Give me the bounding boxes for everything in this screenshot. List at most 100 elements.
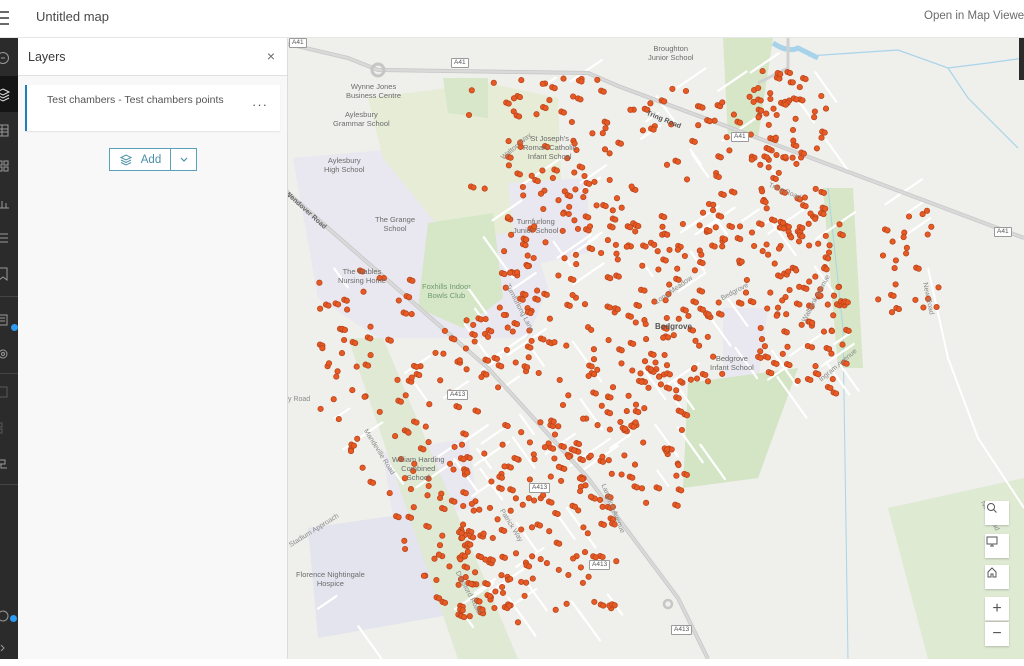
test-chamber-point[interactable] bbox=[775, 169, 782, 176]
test-chamber-point[interactable] bbox=[699, 209, 707, 216]
test-chamber-point[interactable] bbox=[528, 524, 536, 531]
test-chamber-point[interactable] bbox=[746, 93, 753, 100]
test-chamber-point[interactable] bbox=[464, 548, 471, 555]
test-chamber-point[interactable] bbox=[470, 184, 477, 191]
test-chamber-point[interactable] bbox=[537, 419, 544, 426]
test-chamber-point[interactable] bbox=[496, 304, 503, 311]
test-chamber-point[interactable] bbox=[512, 359, 519, 366]
test-chamber-point[interactable] bbox=[565, 571, 572, 579]
test-chamber-point[interactable] bbox=[773, 360, 780, 367]
test-chamber-point[interactable] bbox=[335, 301, 342, 308]
test-chamber-point[interactable] bbox=[518, 429, 525, 436]
test-chamber-point[interactable] bbox=[472, 569, 479, 576]
test-chamber-point[interactable] bbox=[552, 606, 559, 613]
test-chamber-point[interactable] bbox=[507, 507, 514, 514]
test-chamber-point[interactable] bbox=[505, 214, 512, 221]
test-chamber-point[interactable] bbox=[645, 384, 652, 391]
test-chamber-point[interactable] bbox=[494, 516, 501, 523]
test-chamber-point[interactable] bbox=[604, 237, 611, 244]
test-chamber-point[interactable] bbox=[593, 202, 600, 209]
action-layers[interactable] bbox=[0, 76, 18, 112]
test-chamber-point[interactable] bbox=[891, 265, 898, 272]
test-chamber-point[interactable] bbox=[682, 307, 689, 314]
test-chamber-point[interactable] bbox=[600, 602, 607, 609]
test-chamber-point[interactable] bbox=[482, 556, 489, 563]
test-chamber-point[interactable] bbox=[325, 302, 332, 309]
test-chamber-point[interactable] bbox=[759, 248, 766, 255]
test-chamber-point[interactable] bbox=[614, 256, 621, 263]
test-chamber-point[interactable] bbox=[529, 575, 536, 582]
test-chamber-point[interactable] bbox=[586, 180, 593, 187]
test-chamber-point[interactable] bbox=[709, 207, 717, 214]
test-chamber-point[interactable] bbox=[519, 183, 526, 191]
test-chamber-point[interactable] bbox=[566, 302, 573, 309]
test-chamber-point[interactable] bbox=[498, 474, 505, 481]
test-chamber-point[interactable] bbox=[728, 223, 736, 230]
test-chamber-point[interactable] bbox=[650, 126, 657, 133]
test-chamber-point[interactable] bbox=[565, 453, 572, 460]
test-chamber-point[interactable] bbox=[505, 138, 512, 145]
test-chamber-point[interactable] bbox=[579, 457, 586, 464]
menu-icon[interactable] bbox=[0, 8, 12, 28]
test-chamber-point[interactable] bbox=[489, 557, 496, 564]
test-chamber-point[interactable] bbox=[441, 506, 448, 513]
test-chamber-point[interactable] bbox=[330, 396, 337, 403]
test-chamber-point[interactable] bbox=[591, 178, 598, 185]
test-chamber-point[interactable] bbox=[550, 418, 557, 425]
test-chamber-point[interactable] bbox=[560, 109, 567, 116]
test-chamber-point[interactable] bbox=[598, 249, 605, 257]
test-chamber-point[interactable] bbox=[807, 210, 814, 217]
test-chamber-point[interactable] bbox=[789, 79, 796, 86]
test-chamber-point[interactable] bbox=[828, 328, 836, 335]
test-chamber-point[interactable] bbox=[762, 199, 769, 206]
test-chamber-point[interactable] bbox=[350, 442, 357, 449]
test-chamber-point[interactable] bbox=[540, 492, 547, 499]
test-chamber-point[interactable] bbox=[719, 370, 726, 377]
test-chamber-point[interactable] bbox=[623, 243, 630, 250]
test-chamber-point[interactable] bbox=[607, 394, 614, 401]
test-chamber-point[interactable] bbox=[572, 186, 579, 193]
test-chamber-point[interactable] bbox=[767, 90, 774, 97]
test-chamber-point[interactable] bbox=[518, 578, 525, 585]
test-chamber-point[interactable] bbox=[549, 174, 556, 182]
test-chamber-point[interactable] bbox=[757, 324, 764, 332]
test-chamber-point[interactable] bbox=[750, 98, 757, 105]
action-list[interactable] bbox=[0, 220, 18, 256]
test-chamber-point[interactable] bbox=[507, 269, 514, 276]
test-chamber-point[interactable] bbox=[659, 223, 666, 230]
test-chamber-point[interactable] bbox=[678, 408, 685, 415]
test-chamber-point[interactable] bbox=[691, 267, 698, 274]
test-chamber-point[interactable] bbox=[571, 503, 579, 510]
test-chamber-point[interactable] bbox=[698, 251, 705, 258]
test-chamber-point[interactable] bbox=[405, 429, 412, 436]
test-chamber-point[interactable] bbox=[836, 221, 843, 228]
test-chamber-point[interactable] bbox=[830, 292, 838, 299]
test-chamber-point[interactable] bbox=[551, 85, 558, 92]
test-chamber-point[interactable] bbox=[471, 338, 478, 345]
test-chamber-point[interactable] bbox=[845, 327, 852, 334]
test-chamber-point[interactable] bbox=[450, 466, 457, 473]
test-chamber-point[interactable] bbox=[629, 367, 636, 374]
test-chamber-point[interactable] bbox=[547, 473, 554, 480]
test-chamber-point[interactable] bbox=[498, 363, 505, 370]
test-chamber-point[interactable] bbox=[675, 395, 682, 402]
test-chamber-point[interactable] bbox=[751, 242, 758, 250]
test-chamber-point[interactable] bbox=[559, 401, 567, 409]
test-chamber-point[interactable] bbox=[663, 314, 670, 322]
test-chamber-point[interactable] bbox=[365, 362, 372, 369]
test-chamber-point[interactable] bbox=[467, 541, 474, 548]
test-chamber-point[interactable] bbox=[409, 277, 416, 284]
test-chamber-point[interactable] bbox=[600, 88, 607, 95]
test-chamber-point[interactable] bbox=[570, 93, 577, 100]
test-chamber-point[interactable] bbox=[568, 118, 575, 126]
test-chamber-point[interactable] bbox=[630, 340, 637, 347]
test-chamber-point[interactable] bbox=[793, 142, 800, 149]
test-chamber-point[interactable] bbox=[773, 151, 780, 159]
test-chamber-point[interactable] bbox=[875, 296, 882, 303]
test-chamber-point[interactable] bbox=[546, 315, 553, 322]
action-basemap[interactable] bbox=[0, 40, 18, 76]
test-chamber-point[interactable] bbox=[575, 441, 583, 448]
test-chamber-point[interactable] bbox=[605, 457, 612, 464]
test-chamber-point[interactable] bbox=[661, 214, 668, 221]
test-chamber-point[interactable] bbox=[691, 364, 698, 372]
